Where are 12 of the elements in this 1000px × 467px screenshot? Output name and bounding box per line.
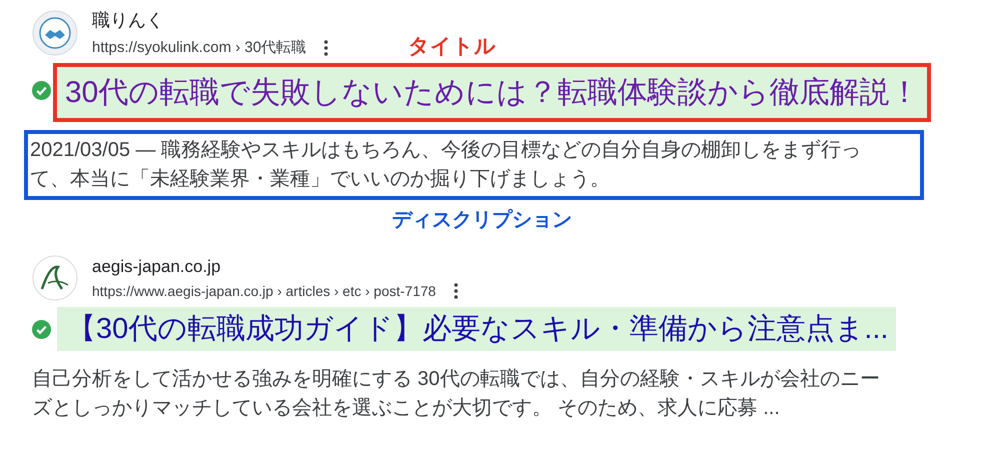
annotation-label: ディスクリプション bbox=[392, 208, 572, 233]
logo-icon bbox=[32, 255, 78, 301]
result-title-link[interactable]: 【30代の転職成功ガイド】必要なスキル・準備から注意点ま... bbox=[57, 307, 896, 351]
result-url[interactable]: https://www.aegis-japan.co.jp › articles › etc › post-7178 bbox=[92, 283, 436, 299]
site-name: 職りんく bbox=[92, 9, 165, 32]
result-url[interactable]: https://syokulink.com › 30代転職 bbox=[92, 38, 306, 57]
result-title-link[interactable]: 30代の転職で失敗しないためには？転職体験談から徹底解説！ bbox=[57, 67, 928, 118]
more-options-icon[interactable] bbox=[454, 283, 458, 299]
result-snippet: 自己分析をして活かせる強みを明確にする 30代の転職では、自分の経験・スキルが会社のニー ズとしっかりマッチしている会社を選ぶことが大切です。 そのため、求人に応募 ... bbox=[32, 367, 881, 421]
more-options-icon[interactable] bbox=[324, 40, 328, 56]
annotation-label: タイトル bbox=[408, 34, 496, 60]
site-name: aegis-japan.co.jp bbox=[92, 257, 222, 277]
